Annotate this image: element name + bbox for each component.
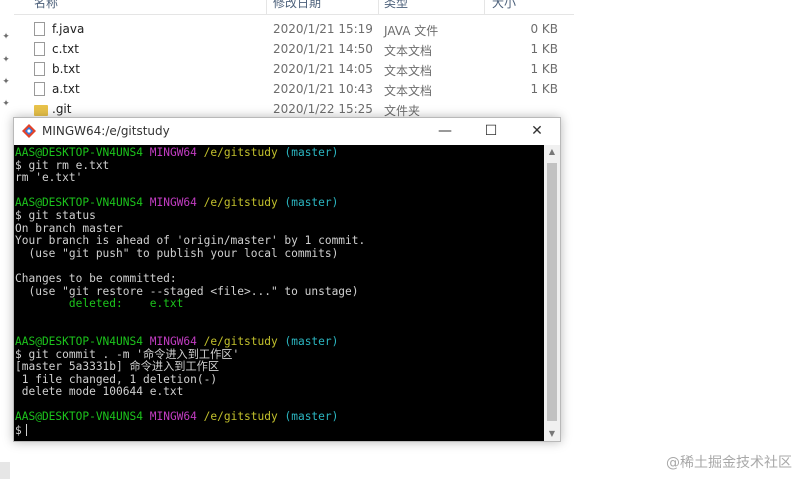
prompt-path: /e/gitstudy xyxy=(203,334,278,348)
explorer-scrollbar[interactable] xyxy=(0,462,10,479)
file-date: 2020/1/21 15:19 xyxy=(273,22,373,36)
prompt-env: MINGW64 xyxy=(149,410,197,424)
prompt-branch: (master) xyxy=(284,196,339,210)
file-icon xyxy=(34,42,45,56)
file-date: 2020/1/21 14:50 xyxy=(273,42,373,56)
close-button[interactable]: ✕ xyxy=(514,118,560,145)
terminal-line: $ git rm e.txt xyxy=(15,158,110,172)
column-date-header[interactable]: 修改日期 xyxy=(273,0,321,11)
column-name-header[interactable]: 名称 xyxy=(34,0,58,11)
terminal-scrollbar[interactable]: ▲ ▼ xyxy=(544,145,560,441)
column-size-header[interactable]: 大小 xyxy=(492,0,516,11)
scroll-down-icon[interactable]: ▼ xyxy=(544,427,560,441)
file-icon xyxy=(34,62,45,76)
terminal-line: delete mode 100644 e.txt xyxy=(15,385,184,399)
file-name: b.txt xyxy=(52,62,80,76)
file-size: 1 KB xyxy=(530,62,558,76)
maximize-button[interactable]: ☐ xyxy=(468,118,514,145)
terminal-console[interactable]: AAS@DESKTOP-VN4UNS4 MINGW64 /e/gitstudy … xyxy=(14,145,544,441)
text-cursor xyxy=(25,424,27,437)
file-size: 1 KB xyxy=(530,42,558,56)
file-row[interactable]: c.txt 2020/1/21 14:50 文本文档 1 KB xyxy=(14,40,574,60)
column-type-header[interactable]: 类型 xyxy=(384,0,408,11)
git-bash-icon xyxy=(22,124,36,138)
terminal-line: Changes to be committed: xyxy=(15,271,177,285)
terminal-line: $ xyxy=(15,424,544,437)
pin-icon[interactable]: ✦ xyxy=(1,77,11,87)
prompt-env: MINGW64 xyxy=(149,146,197,159)
terminal-line: AAS@DESKTOP-VN4UNS4 MINGW64 /e/gitstudy … xyxy=(15,146,544,160)
file-name: f.java xyxy=(52,22,85,36)
scroll-up-icon[interactable]: ▲ xyxy=(544,145,560,159)
file-row[interactable]: b.txt 2020/1/21 14:05 文本文档 1 KB xyxy=(14,60,574,80)
pin-icon[interactable]: ✦ xyxy=(1,99,11,109)
prompt-path: /e/gitstudy xyxy=(203,410,278,424)
file-type: 文本文档 xyxy=(384,44,433,58)
folder-icon xyxy=(34,105,48,116)
prompt-env: MINGW64 xyxy=(149,196,197,210)
watermark: @稀土掘金技术社区 xyxy=(666,455,792,471)
prompt-path: /e/gitstudy xyxy=(203,146,278,159)
window-title: MINGW64:/e/gitstudy xyxy=(42,124,170,138)
quick-access-strip: ✦ ✦ ✦ ✦ xyxy=(0,0,14,479)
prompt-user: AAS@DESKTOP-VN4UNS4 xyxy=(15,334,143,348)
file-date: 2020/1/22 15:25 xyxy=(273,102,373,116)
column-header: 名称 修改日期 类型 大小 xyxy=(14,0,574,15)
prompt-path: /e/gitstudy xyxy=(203,196,278,210)
minimize-button[interactable]: — xyxy=(422,118,468,145)
prompt-user: AAS@DESKTOP-VN4UNS4 xyxy=(15,196,143,210)
prompt-user: AAS@DESKTOP-VN4UNS4 xyxy=(15,146,143,159)
scroll-thumb[interactable] xyxy=(547,163,557,421)
terminal-titlebar[interactable]: MINGW64:/e/gitstudy — ☐ ✕ xyxy=(14,118,560,145)
file-name: .git xyxy=(52,102,72,116)
file-name: c.txt xyxy=(52,42,79,56)
terminal-line: deleted: e.txt xyxy=(15,297,544,311)
terminal-line: rm 'e.txt' xyxy=(15,171,83,185)
file-icon xyxy=(34,82,45,96)
terminal-line: [master 5a3331b] 命令进入到工作区 xyxy=(15,360,220,374)
file-row[interactable]: f.java 2020/1/21 15:19 JAVA 文件 0 KB xyxy=(14,20,574,40)
file-date: 2020/1/21 14:05 xyxy=(273,62,373,76)
terminal-line: AAS@DESKTOP-VN4UNS4 MINGW64 /e/gitstudy … xyxy=(15,411,544,424)
prompt-branch: (master) xyxy=(284,146,339,159)
terminal-line: $ git status xyxy=(15,208,96,222)
file-size: 0 KB xyxy=(530,22,558,36)
terminal-line: AAS@DESKTOP-VN4UNS4 MINGW64 /e/gitstudy … xyxy=(15,334,544,349)
prompt-branch: (master) xyxy=(284,410,339,424)
file-type: JAVA 文件 xyxy=(384,24,439,38)
file-icon xyxy=(34,22,45,36)
file-name: a.txt xyxy=(52,82,80,96)
pin-icon[interactable]: ✦ xyxy=(1,55,11,65)
file-row[interactable]: a.txt 2020/1/21 10:43 文本文档 1 KB xyxy=(14,80,574,100)
file-date: 2020/1/21 10:43 xyxy=(273,82,373,96)
terminal-window[interactable]: MINGW64:/e/gitstudy — ☐ ✕ AAS@DESKTOP-VN… xyxy=(13,117,561,442)
terminal-line: (use "git push" to publish your local co… xyxy=(15,246,339,260)
prompt-user: AAS@DESKTOP-VN4UNS4 xyxy=(15,410,143,424)
terminal-line: Your branch is ahead of 'origin/master' … xyxy=(15,234,366,248)
file-size: 1 KB xyxy=(530,82,558,96)
file-type: 文本文档 xyxy=(384,64,433,78)
prompt-env: MINGW64 xyxy=(149,334,197,348)
pin-icon[interactable]: ✦ xyxy=(1,32,11,42)
file-type: 文本文档 xyxy=(384,84,433,98)
deleted-file-line: deleted: e.txt xyxy=(15,297,184,311)
prompt-branch: (master) xyxy=(284,334,339,348)
